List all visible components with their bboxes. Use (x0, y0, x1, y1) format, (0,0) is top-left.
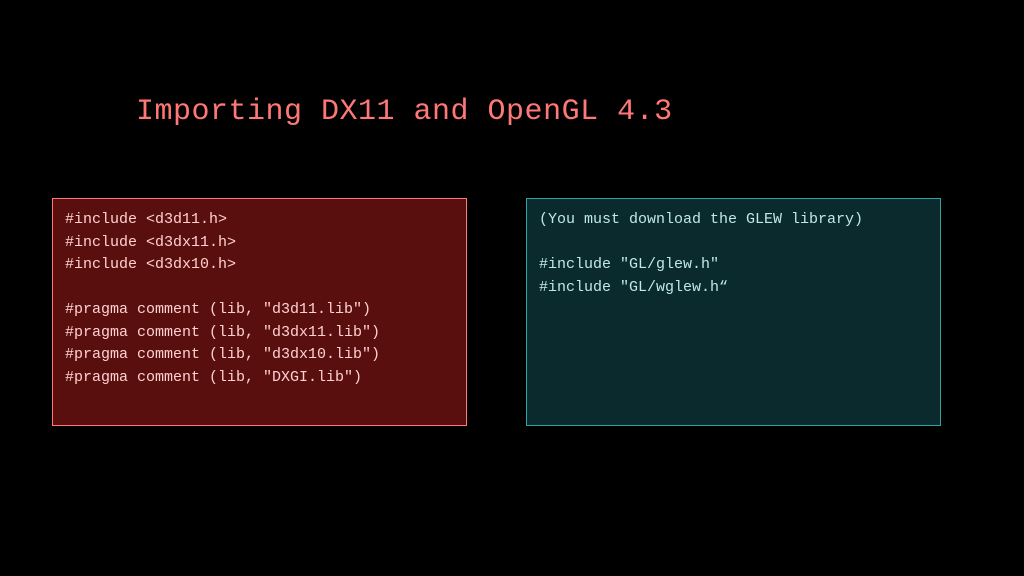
dx11-code-box: #include <d3d11.h> #include <d3dx11.h> #… (52, 198, 467, 426)
opengl-code-box: (You must download the GLEW library) #in… (526, 198, 941, 426)
slide-title: Importing DX11 and OpenGL 4.3 (136, 95, 673, 129)
